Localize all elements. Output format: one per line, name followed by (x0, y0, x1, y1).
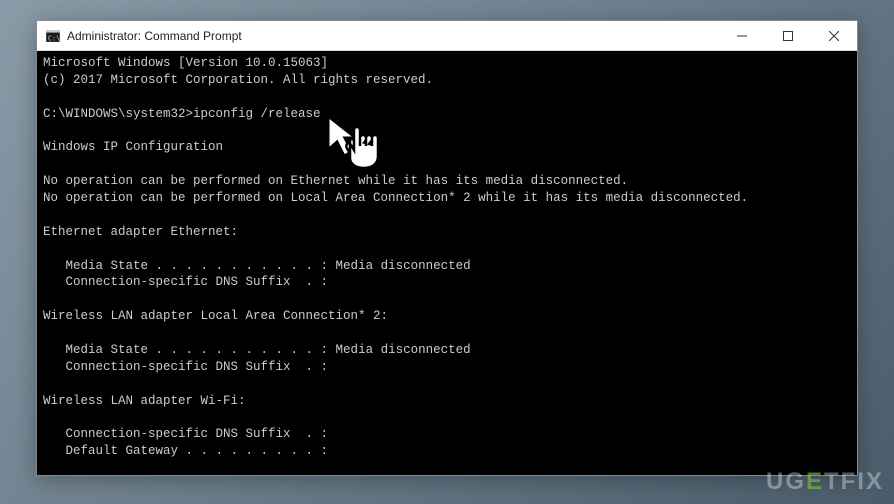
terminal-line: Microsoft Windows [Version 10.0.15063] (43, 55, 851, 72)
terminal-line (43, 291, 851, 308)
watermark-right: TFIX (824, 468, 884, 495)
terminal-line (43, 460, 851, 475)
terminal-line (43, 156, 851, 173)
terminal-line: (c) 2017 Microsoft Corporation. All righ… (43, 72, 851, 89)
terminal-line: Windows IP Configuration (43, 139, 851, 156)
terminal-line (43, 207, 851, 224)
terminal-line: Connection-specific DNS Suffix . : (43, 426, 851, 443)
watermark-accent: E (806, 468, 824, 495)
window-controls (719, 21, 857, 50)
terminal-line (43, 409, 851, 426)
terminal-line: Media State . . . . . . . . . . . : Medi… (43, 342, 851, 359)
terminal-line: Media State . . . . . . . . . . . : Medi… (43, 258, 851, 275)
terminal-line (43, 325, 851, 342)
terminal-line (43, 376, 851, 393)
command-prompt-window: C:\ Administrator: Command Prompt Micros… (36, 20, 858, 476)
terminal-line: Connection-specific DNS Suffix . : (43, 274, 851, 291)
terminal-line (43, 123, 851, 140)
cmd-icon: C:\ (45, 28, 61, 44)
terminal-line: Ethernet adapter Ethernet: (43, 224, 851, 241)
terminal-line (43, 241, 851, 258)
terminal-line: Wireless LAN adapter Wi-Fi: (43, 393, 851, 410)
terminal-line: Wireless LAN adapter Local Area Connecti… (43, 308, 851, 325)
minimize-button[interactable] (719, 21, 765, 51)
terminal-line: C:\WINDOWS\system32>ipconfig /release (43, 106, 851, 123)
terminal-line: No operation can be performed on Etherne… (43, 173, 851, 190)
svg-text:C:\: C:\ (48, 34, 60, 42)
titlebar[interactable]: C:\ Administrator: Command Prompt (37, 21, 857, 51)
terminal-line: Connection-specific DNS Suffix . : (43, 359, 851, 376)
maximize-button[interactable] (765, 21, 811, 51)
terminal-line (43, 89, 851, 106)
terminal-output[interactable]: Microsoft Windows [Version 10.0.15063](c… (37, 51, 857, 475)
window-title: Administrator: Command Prompt (67, 29, 719, 43)
close-button[interactable] (811, 21, 857, 51)
watermark-left: UG (766, 468, 806, 495)
terminal-line: No operation can be performed on Local A… (43, 190, 851, 207)
terminal-line: Default Gateway . . . . . . . . . : (43, 443, 851, 460)
watermark: UGETFIX (766, 468, 884, 496)
